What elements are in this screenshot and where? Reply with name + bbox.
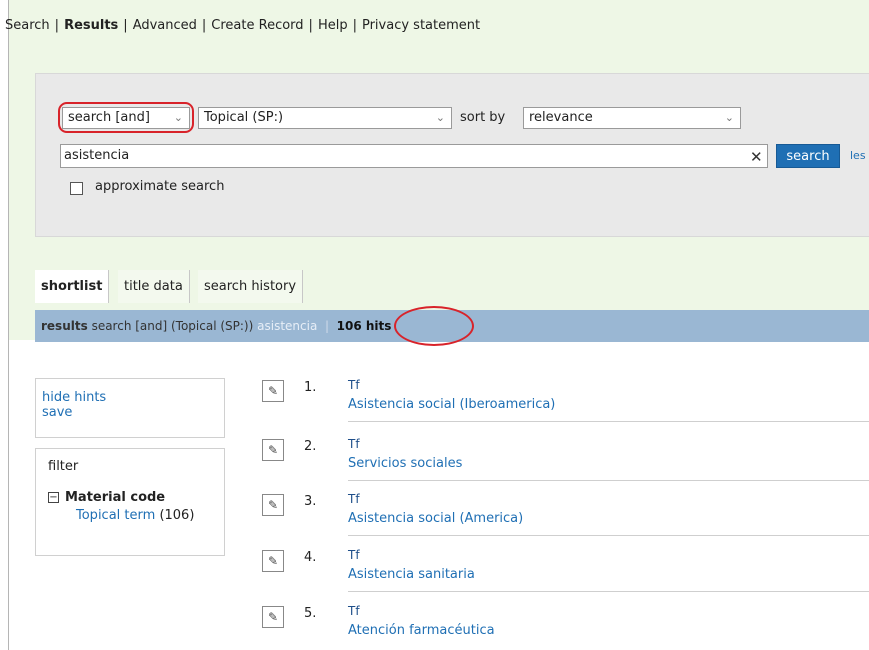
save-link[interactable]: save bbox=[42, 405, 224, 420]
results-term: asistencia bbox=[257, 319, 318, 333]
record-icon[interactable]: ✎ bbox=[262, 439, 284, 461]
tab-shortlist[interactable]: shortlist bbox=[35, 270, 110, 303]
search-button[interactable]: search bbox=[776, 144, 840, 168]
filter-panel: filter − Material code Topical term (106) bbox=[35, 448, 225, 556]
hide-hints-link[interactable]: hide hints bbox=[42, 390, 224, 405]
filter-item[interactable]: Topical term (106) bbox=[48, 508, 224, 523]
record-icon[interactable]: ✎ bbox=[262, 380, 284, 402]
sort-by-label: sort by bbox=[460, 110, 506, 125]
list-item: ✎ 3. Tf Asistencia social (America) bbox=[262, 492, 869, 550]
collapse-icon[interactable]: − bbox=[48, 492, 59, 503]
chevron-down-icon: ⌄ bbox=[435, 111, 445, 124]
list-item: ✎ 1. Tf Asistencia social (Iberoamerica) bbox=[262, 378, 869, 436]
top-navigation: Search | Results | Advanced | Create Record | He… bbox=[5, 18, 481, 33]
results-hit-count: 106 hits bbox=[336, 319, 392, 333]
list-item: ✎ 4. Tf Asistencia sanitaria bbox=[262, 548, 869, 606]
material-code-group[interactable]: − Material code bbox=[48, 490, 224, 505]
record-icon[interactable]: ✎ bbox=[262, 494, 284, 516]
divider bbox=[348, 480, 869, 481]
sort-value: relevance bbox=[529, 110, 593, 125]
divider bbox=[348, 421, 869, 422]
record-type: Tf bbox=[348, 604, 360, 618]
list-item: ✎ 5. Tf Atención farmacéutica bbox=[262, 604, 869, 650]
highlight-ring-hits bbox=[394, 306, 474, 346]
nav-privacy-statement[interactable]: Privacy statement bbox=[362, 18, 480, 33]
record-type: Tf bbox=[348, 492, 360, 506]
nav-advanced[interactable]: Advanced bbox=[133, 18, 197, 33]
clear-icon[interactable]: ✕ bbox=[750, 148, 763, 166]
record-title-link[interactable]: Asistencia social (America) bbox=[348, 511, 523, 526]
nav-help[interactable]: Help bbox=[318, 18, 348, 33]
results-separator: | bbox=[321, 319, 333, 333]
record-title-link[interactable]: Servicios sociales bbox=[348, 456, 462, 471]
topical-term-count: (106) bbox=[159, 508, 195, 523]
tab-search-history[interactable]: search history bbox=[198, 270, 304, 303]
results-label: results bbox=[41, 319, 88, 333]
record-number: 3. bbox=[304, 494, 317, 509]
search-input[interactable]: asistencia bbox=[60, 144, 768, 168]
nav-create-record[interactable]: Create Record bbox=[211, 18, 303, 33]
divider bbox=[348, 535, 869, 536]
topical-term-link[interactable]: Topical term bbox=[76, 508, 155, 523]
results-query-description: search [and] (Topical (SP:)) bbox=[91, 319, 254, 333]
highlight-ring-search-mode bbox=[58, 102, 194, 133]
record-title-link[interactable]: Asistencia sanitaria bbox=[348, 567, 475, 582]
nav-results[interactable]: Results bbox=[64, 18, 118, 33]
hints-panel: hide hints save bbox=[35, 378, 225, 438]
record-title-link[interactable]: Asistencia social (Iberoamerica) bbox=[348, 397, 555, 412]
record-number: 5. bbox=[304, 606, 317, 621]
filter-title: filter bbox=[48, 459, 79, 474]
record-icon[interactable]: ✎ bbox=[262, 550, 284, 572]
index-value: Topical (SP:) bbox=[204, 110, 284, 125]
record-title-link[interactable]: Atención farmacéutica bbox=[348, 623, 495, 638]
tab-title-data[interactable]: title data bbox=[118, 270, 190, 303]
material-code-label: Material code bbox=[65, 490, 166, 505]
approximate-search-checkbox[interactable] bbox=[70, 182, 83, 195]
index-select[interactable]: Topical (SP:) ⌄ bbox=[198, 107, 452, 129]
record-icon[interactable]: ✎ bbox=[262, 606, 284, 628]
list-item: ✎ 2. Tf Servicios sociales bbox=[262, 437, 869, 495]
divider bbox=[348, 591, 869, 592]
tab-bar: shortlist title data search history bbox=[35, 270, 869, 303]
record-number: 2. bbox=[304, 439, 317, 454]
sort-select[interactable]: relevance ⌄ bbox=[523, 107, 741, 129]
record-type: Tf bbox=[348, 437, 360, 451]
approximate-search-label: approximate search bbox=[95, 179, 225, 194]
nav-search[interactable]: Search bbox=[5, 18, 50, 33]
record-number: 1. bbox=[304, 380, 317, 395]
chevron-down-icon: ⌄ bbox=[724, 111, 734, 124]
record-type: Tf bbox=[348, 548, 360, 562]
record-number: 4. bbox=[304, 550, 317, 565]
record-type: Tf bbox=[348, 378, 360, 392]
truncated-link[interactable]: les bbox=[850, 149, 866, 162]
